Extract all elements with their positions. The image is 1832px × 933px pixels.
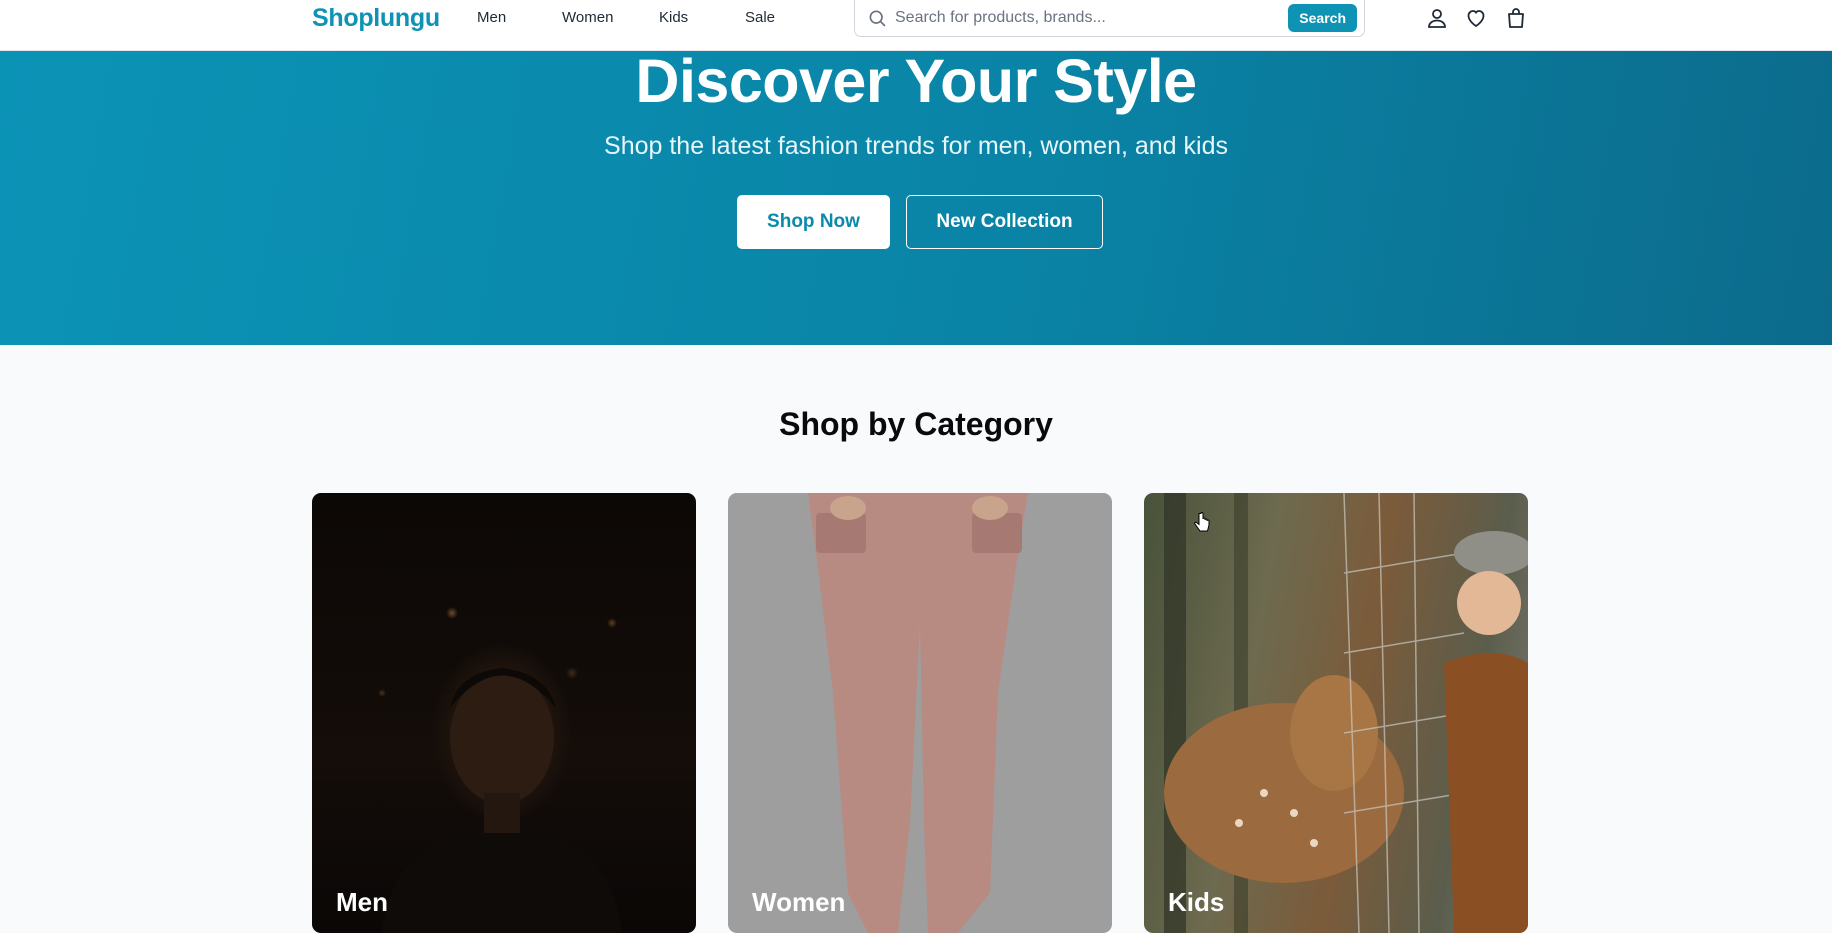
hero-title: Discover Your Style (635, 51, 1197, 115)
search-bar: Search (854, 0, 1365, 37)
kids-deer-image (1164, 493, 1528, 933)
category-label-women: Women (752, 887, 846, 917)
category-label-kids: Kids (1168, 887, 1225, 917)
category-label-men: Men (336, 887, 388, 917)
hero-banner: Discover Your Style Shop the latest fash… (0, 51, 1832, 345)
nav-sale[interactable]: Sale (745, 9, 785, 26)
category-section-title: Shop by Category (779, 406, 1053, 442)
women-pants-image (808, 493, 1028, 933)
search-input[interactable] (895, 5, 1215, 31)
site-header: Shoplungu Men Women Kids Sale Search (0, 0, 1832, 51)
shop-now-button[interactable]: Shop Now (737, 195, 890, 249)
category-card-women[interactable]: Women (728, 493, 1112, 933)
heart-icon[interactable] (1464, 6, 1488, 30)
category-card-men[interactable]: Men (312, 493, 696, 933)
men-portrait-image (382, 668, 622, 933)
nav-women[interactable]: Women (562, 9, 659, 26)
new-collection-button[interactable]: New Collection (906, 195, 1103, 249)
hero-subtitle: Shop the latest fashion trends for men, … (604, 132, 1228, 160)
user-icon[interactable] (1425, 6, 1449, 30)
main-nav: Men Women Kids Sale (477, 9, 785, 26)
search-button[interactable]: Search (1288, 4, 1357, 32)
nav-men[interactable]: Men (477, 9, 562, 26)
shopping-bag-icon[interactable] (1504, 6, 1528, 30)
search-icon (869, 10, 886, 27)
nav-kids[interactable]: Kids (659, 9, 745, 26)
category-card-kids[interactable]: Kids (1144, 493, 1528, 933)
hand-pointer-cursor (1194, 512, 1210, 532)
logo[interactable]: Shoplungu (312, 4, 440, 33)
